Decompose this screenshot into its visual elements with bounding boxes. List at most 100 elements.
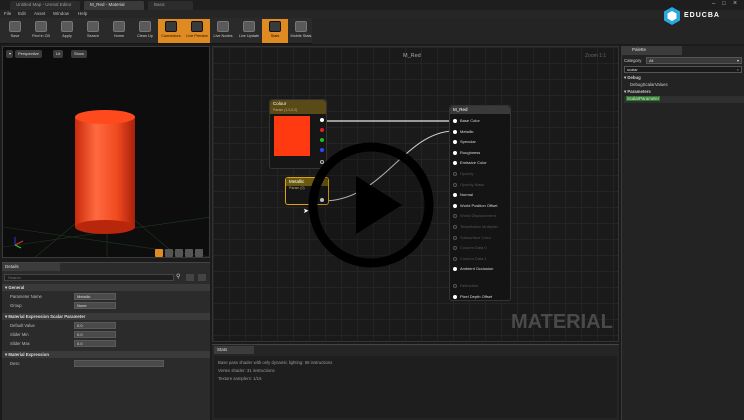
toolbar-button-label: Apply: [62, 34, 72, 38]
preview-cube-button[interactable]: [175, 249, 183, 257]
preview-sphere-button[interactable]: [165, 249, 173, 257]
result-input-pin[interactable]: Pixel Depth Offset: [453, 294, 492, 299]
result-input-pin[interactable]: Ambient Occlusion: [453, 266, 493, 271]
menu-help[interactable]: Help: [78, 11, 87, 16]
details-section-header[interactable]: ▾ Material Expression Scalar Parameter: [2, 313, 210, 320]
property-value-field[interactable]: [74, 360, 164, 367]
toolbar-button-find-in-cb[interactable]: Find in CB: [28, 19, 54, 43]
colour-node-header: Colour: [270, 100, 326, 108]
palette-item-scalar-parameter[interactable]: ScalarParameter: [626, 96, 661, 101]
property-value-field[interactable]: Metallic: [74, 293, 116, 300]
property-label: Slider Min: [10, 332, 29, 337]
result-input-pin[interactable]: Emissive Color: [453, 160, 487, 165]
toolbar-button-mobile-stats[interactable]: Mobile Stats: [288, 19, 314, 43]
video-play-overlay[interactable]: [306, 140, 436, 270]
toolbar-button-connectors[interactable]: Connectors: [158, 19, 184, 43]
result-input-pin[interactable]: Custom Data 1: [453, 256, 487, 261]
menu-edit[interactable]: Edit: [18, 11, 26, 16]
pin-dot-icon: [453, 267, 457, 272]
toolbar-icon: [243, 21, 255, 32]
tab-material-editor[interactable]: M_Red - Material: [84, 1, 144, 10]
toolbar-button-stats[interactable]: Stats: [262, 19, 288, 43]
toolbar-button-live-update[interactable]: Live Update: [236, 19, 262, 43]
result-input-pin[interactable]: World Position Offset: [453, 203, 497, 208]
result-input-pin[interactable]: Subsurface Color: [453, 235, 491, 240]
logo-text: EDUCBA: [684, 12, 720, 19]
menu-window[interactable]: Window: [53, 11, 69, 16]
result-input-pin[interactable]: Opacity: [453, 171, 474, 176]
pin-dot-icon: [453, 203, 457, 208]
pin-dot-icon: [453, 224, 457, 229]
view-options-button[interactable]: [198, 274, 206, 281]
details-section-title: General: [8, 285, 25, 290]
toolbar-button-label: Stats: [270, 34, 280, 38]
palette-group-parameters[interactable]: ▾ Parameters: [624, 89, 651, 95]
palette-search-input[interactable]: scalar ×: [624, 66, 742, 73]
preview-viewport[interactable]: ▾ Perspective Lit Show: [2, 46, 210, 258]
toolbar-button-label: Connectors: [161, 34, 181, 38]
result-input-pin[interactable]: Normal: [453, 192, 473, 197]
property-value-field[interactable]: 0.0: [74, 331, 116, 338]
pin-dot-icon: [453, 246, 457, 251]
r-output-pin[interactable]: [320, 128, 324, 132]
toolbar-button-label: Save: [10, 34, 20, 38]
pin-dot-icon: [453, 171, 457, 176]
details-section-header[interactable]: ▾ Material Expression: [2, 351, 210, 358]
property-label: Desc: [10, 361, 20, 366]
search-icon[interactable]: ⚲: [176, 273, 180, 280]
stats-line: Vertex shader: 31 instructions: [218, 368, 275, 373]
chevron-down-icon: ▾: [736, 58, 739, 63]
toolbar-button-apply[interactable]: Apply: [54, 19, 80, 43]
details-section-header[interactable]: ▾ General: [2, 284, 210, 291]
toolbar-button-search[interactable]: Search: [80, 19, 106, 43]
result-input-pin[interactable]: Refraction: [453, 283, 478, 288]
category-select[interactable]: All ▾: [646, 57, 742, 64]
property-value-field[interactable]: 0.0: [74, 340, 116, 347]
property-matrix-button[interactable]: [186, 274, 194, 281]
toolbar-button-live-preview[interactable]: Live Preview: [184, 19, 210, 43]
pin-label: Specular: [460, 139, 476, 145]
result-input-pin[interactable]: Tessellation Multiplier: [453, 224, 498, 229]
details-tab[interactable]: Details: [2, 263, 60, 271]
toolbar-button-live-nodes[interactable]: Live Nodes: [210, 19, 236, 43]
palette-group-debug[interactable]: ▾ Debug: [624, 75, 641, 81]
toolbar-button-clean-up[interactable]: Clean Up: [132, 19, 158, 43]
result-input-pin[interactable]: Custom Data 0: [453, 245, 487, 250]
toolbar-button-save[interactable]: Save: [2, 19, 28, 43]
realtime-toggle[interactable]: [155, 249, 163, 257]
details-search-input[interactable]: Search: [4, 274, 174, 281]
clear-search-icon[interactable]: ×: [737, 67, 739, 72]
material-result-node[interactable]: M_Red Base Color Metallic Specular Roughnes…: [449, 105, 511, 301]
toolbar-icon: [35, 21, 47, 32]
result-input-pin[interactable]: World Displacement: [453, 213, 496, 218]
menu-asset[interactable]: Asset: [34, 11, 45, 16]
details-property-row: Group None: [2, 302, 210, 310]
palette-tab[interactable]: Palette: [622, 46, 682, 55]
preview-plane-button[interactable]: [185, 249, 193, 257]
preview-mesh-button[interactable]: [195, 249, 203, 257]
property-label: Parameter Name: [10, 294, 42, 299]
pin-label: Ambient Occlusion: [460, 266, 494, 272]
pin-label: Roughness: [460, 149, 481, 155]
details-property-row: Default Value 0.0: [2, 322, 210, 330]
pin-label: Emissive Color: [460, 160, 487, 166]
property-value-field[interactable]: None: [74, 302, 116, 309]
result-input-pin[interactable]: Metallic: [453, 129, 474, 134]
result-input-pin[interactable]: Base Color: [453, 118, 480, 123]
stats-tab[interactable]: Stats: [214, 346, 254, 354]
property-value-field[interactable]: 0.0: [74, 322, 116, 329]
tab-basic[interactable]: Basic: [148, 1, 193, 10]
rgba-output-pin[interactable]: [320, 118, 324, 122]
stats-line: Texture samplers: 1/16: [218, 376, 262, 381]
pin-label: Pixel Depth Offset: [460, 293, 493, 299]
details-section-title: Material Expression Scalar Parameter: [8, 314, 86, 319]
stats-log: Base pass shader with only dynamic light…: [214, 356, 617, 418]
palette-item-debug-scalar-values[interactable]: DebugScalarValues: [630, 82, 668, 87]
toolbar-button-home[interactable]: Home: [106, 19, 132, 43]
tab-level-editor[interactable]: Untitled Map - Unreal Editor: [10, 1, 80, 10]
result-input-pin[interactable]: Opacity Mask: [453, 182, 484, 187]
result-input-pin[interactable]: Specular: [453, 139, 476, 144]
result-input-pin[interactable]: Roughness: [453, 150, 480, 155]
pin-label: Subsurface Color: [460, 234, 491, 240]
menu-file[interactable]: File: [4, 11, 11, 16]
